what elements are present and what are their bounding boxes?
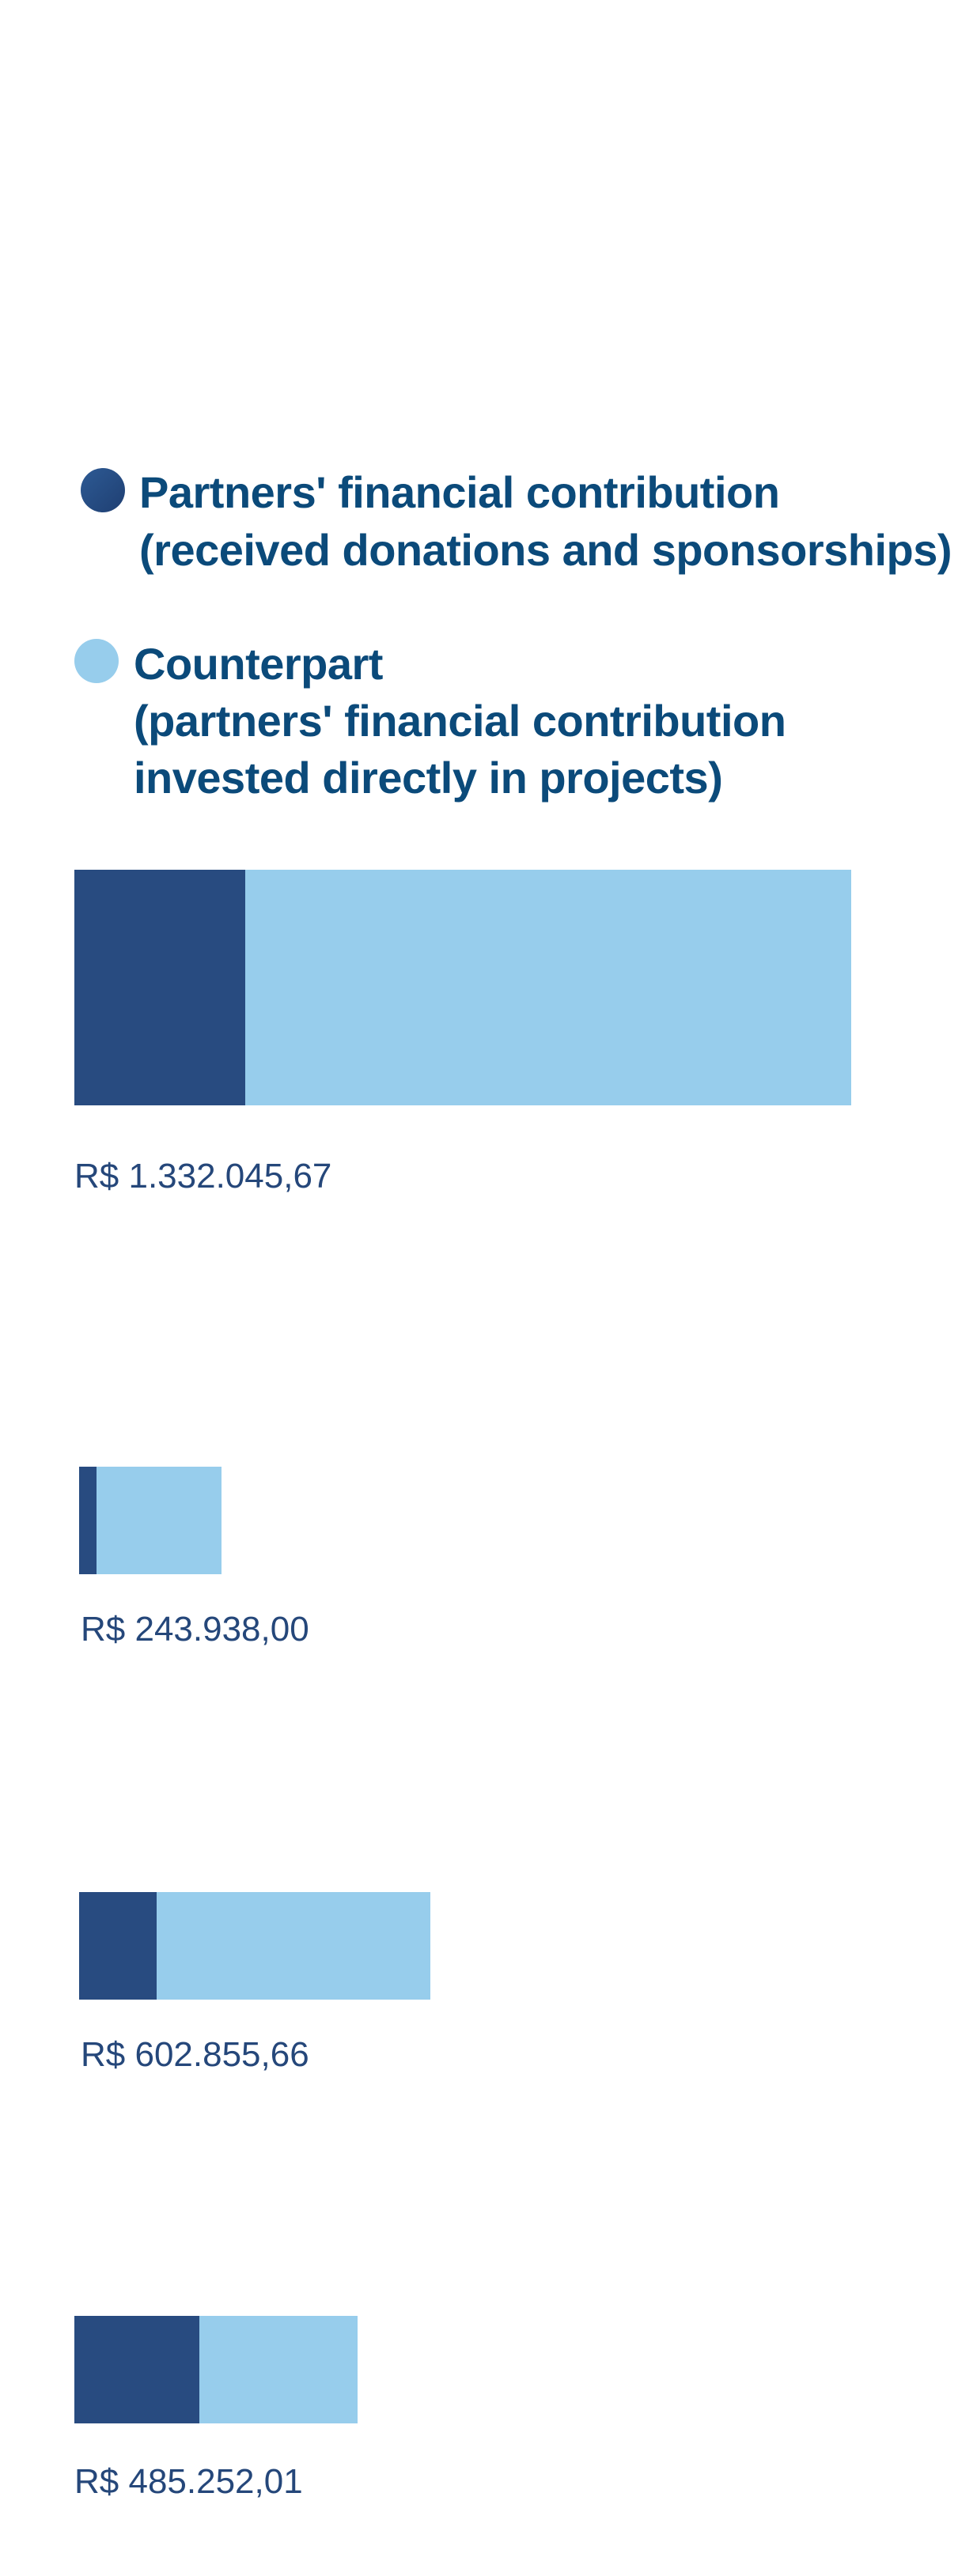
bar-4-counterpart-segment	[199, 2316, 358, 2423]
bar-3-counterpart-segment	[157, 1892, 430, 2000]
legend-series2-line1: Counterpart	[134, 639, 383, 689]
bar-2-counterpart-segment	[97, 1467, 222, 1574]
legend-series2-line3: invested directly in projects)	[134, 753, 723, 803]
bar-1-counterpart-segment	[245, 870, 851, 1105]
bar-1-partners-segment	[74, 870, 245, 1105]
bar-3-partners-segment	[79, 1892, 157, 2000]
bar-4-total-label: R$ 485.252,01	[74, 2462, 303, 2501]
legend-series1-line1: Partners' financial contribution	[139, 467, 780, 517]
bar-1-total-label: R$ 1.332.045,67	[74, 1157, 332, 1195]
legend-dot-dark-icon	[81, 468, 125, 512]
bar-3-total-label: R$ 602.855,66	[81, 2035, 309, 2074]
bar-2-total-label: R$ 243.938,00	[81, 1610, 309, 1649]
bar-4-partners-segment	[74, 2316, 199, 2423]
bar-2-partners-segment	[79, 1467, 97, 1574]
legend-series2-line2: (partners' financial contribution	[134, 696, 786, 746]
legend-series1-line2: (received donations and sponsorships)	[139, 525, 952, 575]
legend-dot-light-icon	[74, 639, 119, 683]
